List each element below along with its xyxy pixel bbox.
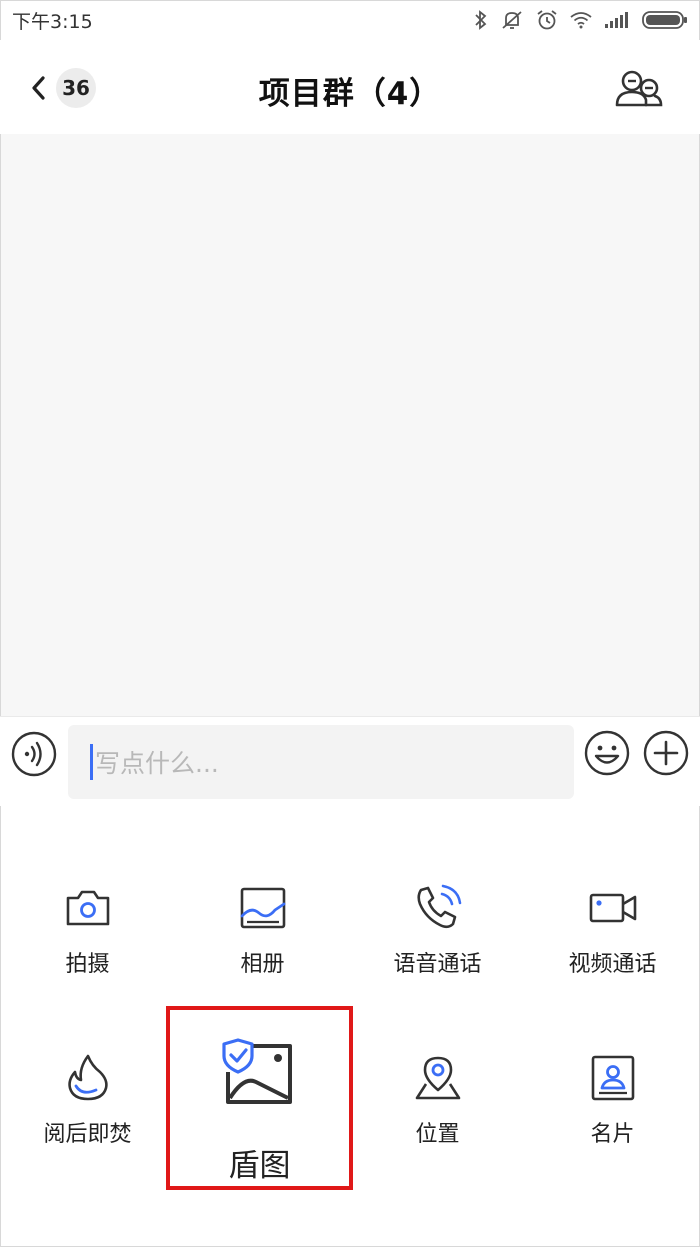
- panel-item-location[interactable]: 位置: [350, 1040, 525, 1160]
- video-call-icon: [589, 893, 636, 923]
- input-bar: 写点什么...: [0, 716, 700, 806]
- flame-icon: [67, 1054, 108, 1101]
- signal-icon: [605, 12, 628, 28]
- plus-circle-icon: [643, 730, 689, 776]
- status-icons: [474, 9, 688, 31]
- status-bar: 下午3:15: [0, 0, 700, 40]
- voice-input-button[interactable]: [11, 731, 57, 777]
- panel-item-album[interactable]: 相册: [175, 870, 350, 990]
- more-options-button[interactable]: [642, 729, 690, 777]
- panel-item-label: 语音通话: [393, 952, 482, 977]
- panel-item-label: 相册: [240, 952, 285, 977]
- panel-item-label: 视频通话: [568, 952, 657, 977]
- wifi-icon: [570, 12, 592, 29]
- panel-item-camera[interactable]: 拍摄: [0, 870, 175, 990]
- message-input-placeholder: 写点什么...: [95, 749, 219, 778]
- contact-card-icon: [591, 1055, 634, 1101]
- panel-item-label: 盾图: [228, 1148, 291, 1184]
- group-members-button[interactable]: [614, 68, 664, 110]
- group-members-icon: [615, 70, 663, 107]
- battery-icon: [642, 11, 687, 29]
- camera-icon: [66, 890, 109, 926]
- page-title: 项目群（4）: [258, 76, 442, 112]
- panel-item-label: 拍摄: [65, 952, 110, 977]
- bluetooth-icon: [475, 10, 487, 30]
- panel-item-contact-card[interactable]: 名片: [525, 1040, 700, 1160]
- panel-item-shield-image[interactable]: 盾图: [166, 1006, 353, 1190]
- mute-icon: [502, 11, 522, 29]
- shield-image-icon: [221, 1038, 292, 1104]
- panel-item-label: 位置: [415, 1122, 460, 1147]
- phone-call-icon: [416, 884, 461, 929]
- emoji-button[interactable]: [583, 729, 631, 777]
- panel-item-burn-after-reading[interactable]: 阅后即焚: [0, 1040, 175, 1160]
- chat-header: 36 项目群（4）: [0, 40, 700, 134]
- emoji-icon: [584, 730, 630, 776]
- message-input[interactable]: 写点什么...: [68, 725, 574, 799]
- panel-item-voice-call[interactable]: 语音通话: [350, 870, 525, 990]
- album-icon: [240, 887, 285, 929]
- text-caret: [90, 744, 93, 780]
- status-time: 下午3:15: [12, 10, 93, 33]
- panel-item-label: 名片: [590, 1122, 635, 1147]
- message-list[interactable]: [1, 134, 699, 716]
- voice-icon: [11, 731, 57, 777]
- panel-item-video-call[interactable]: 视频通话: [525, 870, 700, 990]
- location-icon: [415, 1056, 460, 1100]
- panel-item-label: 阅后即焚: [43, 1122, 132, 1147]
- alarm-icon: [537, 10, 557, 30]
